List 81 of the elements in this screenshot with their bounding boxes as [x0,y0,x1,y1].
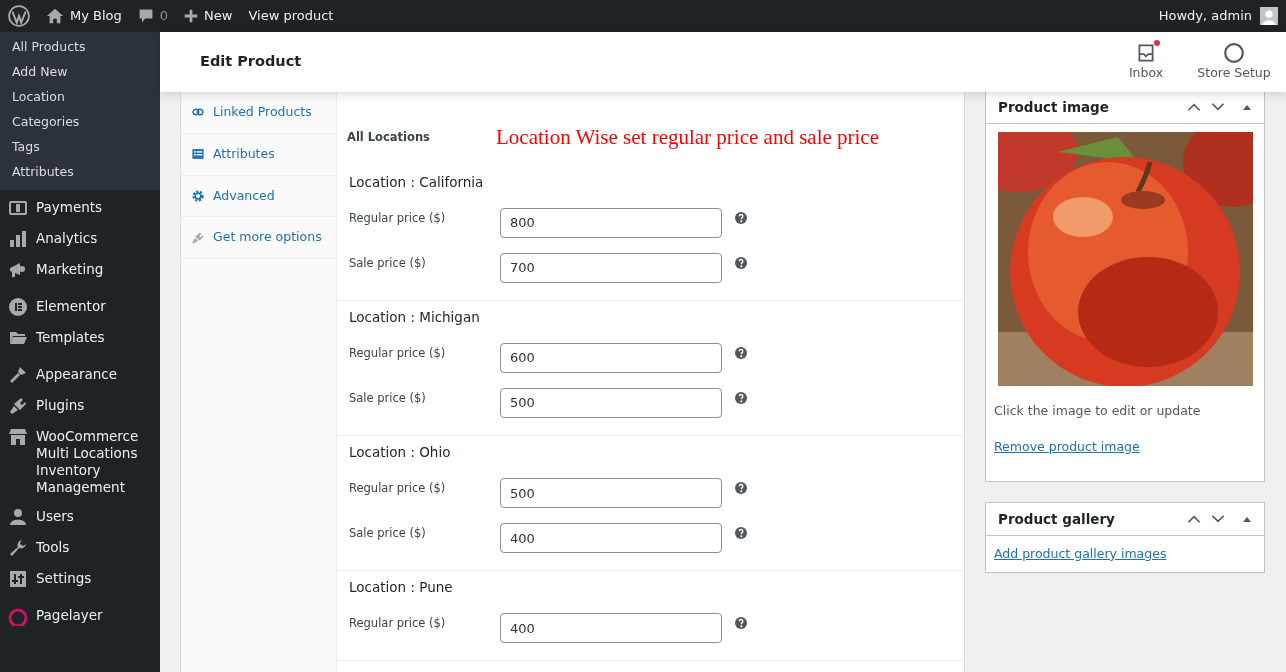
field-label: Regular price ($) [349,480,447,498]
submenu-item[interactable]: Add New [0,59,160,84]
field-label: Sale price ($) [349,254,427,272]
menu-item[interactable]: Templates [0,323,160,354]
field-label: Sale price ($) [349,525,427,543]
wordpress-logo-icon[interactable] [8,5,30,27]
price-input[interactable]: 500 [500,387,722,418]
menu-item[interactable]: Settings [0,564,160,595]
price-input[interactable]: 600 [500,342,722,373]
price-input[interactable]: 500 [500,478,722,509]
bar-chart-icon [8,229,28,249]
page-title: Edit Product [200,53,302,71]
gear-icon [191,188,205,203]
sliders-icon [8,569,28,589]
price-input[interactable]: 800 [500,207,722,238]
help-icon[interactable] [735,391,747,404]
field-label: Regular price ($) [349,209,447,227]
plug-icon [191,230,205,245]
elementor-icon [8,297,28,317]
site-link[interactable]: My Blog [46,6,122,26]
view-product-link[interactable]: View product [248,6,334,26]
product-data-tab[interactable]: Advanced [181,175,336,218]
menu-item[interactable]: Tools [0,533,160,564]
plus-icon [184,9,199,23]
menu-item[interactable]: Elementor [0,292,160,323]
plug-icon [8,396,28,416]
menu-item[interactable]: Analytics [0,224,160,255]
megaphone-icon [8,260,28,280]
menu-item[interactable]: Users [0,502,160,533]
box-title: Product gallery [998,510,1116,527]
product-data-tab[interactable]: Linked Products [181,92,336,134]
list-icon [191,147,205,162]
box-title: Product image [998,99,1110,116]
location-title: Location : California [348,172,485,192]
help-icon[interactable] [735,617,747,630]
location-title: Location : Michigan [348,307,481,327]
annotation-text: Location Wise set regular price and sale price [496,124,879,151]
menu-item[interactable]: Pagelayer [0,601,160,632]
help-icon[interactable] [735,346,747,359]
ring-icon [8,606,28,626]
price-input[interactable]: 700 [500,252,722,283]
price-input[interactable]: 400 [500,523,722,554]
circle-icon [1223,41,1245,64]
help-icon[interactable] [735,527,747,540]
submenu-item[interactable]: Location [0,84,160,109]
dollar-icon [8,198,28,218]
section-heading: All Locations [347,129,431,147]
help-icon[interactable] [735,256,747,269]
field-label: Regular price ($) [349,344,447,362]
field-label: Regular price ($) [349,615,447,633]
submenu-item[interactable]: Tags [0,134,160,159]
comment-icon [137,8,154,24]
field-label: Sale price ($) [349,389,427,407]
comments-link[interactable]: 0 [137,6,169,26]
price-input[interactable]: 400 [500,613,722,644]
user-icon [8,507,28,527]
location-title: Location : Pune [348,578,454,598]
help-icon[interactable] [735,482,747,495]
menu-item[interactable]: Appearance [0,360,160,391]
submenu-item[interactable]: Attributes [0,159,160,184]
wrench-icon [8,538,28,558]
remove-image-link[interactable]: Remove product image [994,438,1140,454]
new-link[interactable]: New [184,6,233,26]
image-hint: Click the image to edit or update [994,402,1202,421]
location-title: Location : Ohio [348,442,452,462]
header-button[interactable]: Inbox [1106,41,1186,83]
submenu-item[interactable]: All Products [0,34,160,59]
help-icon[interactable] [735,211,747,224]
greeting-link[interactable]: Howdy, admin [1158,6,1252,26]
submenu-item[interactable]: Categories [0,109,160,134]
store-icon [8,427,28,447]
brush-icon [8,365,28,385]
home-icon [46,7,64,25]
header-button[interactable]: Store Setup [1194,41,1274,83]
menu-item[interactable]: WooCommerce Multi Locations Inventory Management [0,422,160,502]
menu-item[interactable]: Marketing [0,255,160,286]
add-gallery-link[interactable]: Add product gallery images [994,545,1167,561]
product-data-tab[interactable]: Get more options [181,217,336,259]
menu-item[interactable]: Payments [0,193,160,224]
menu-item[interactable]: Plugins [0,391,160,422]
product-data-tab[interactable]: Attributes [181,133,336,176]
